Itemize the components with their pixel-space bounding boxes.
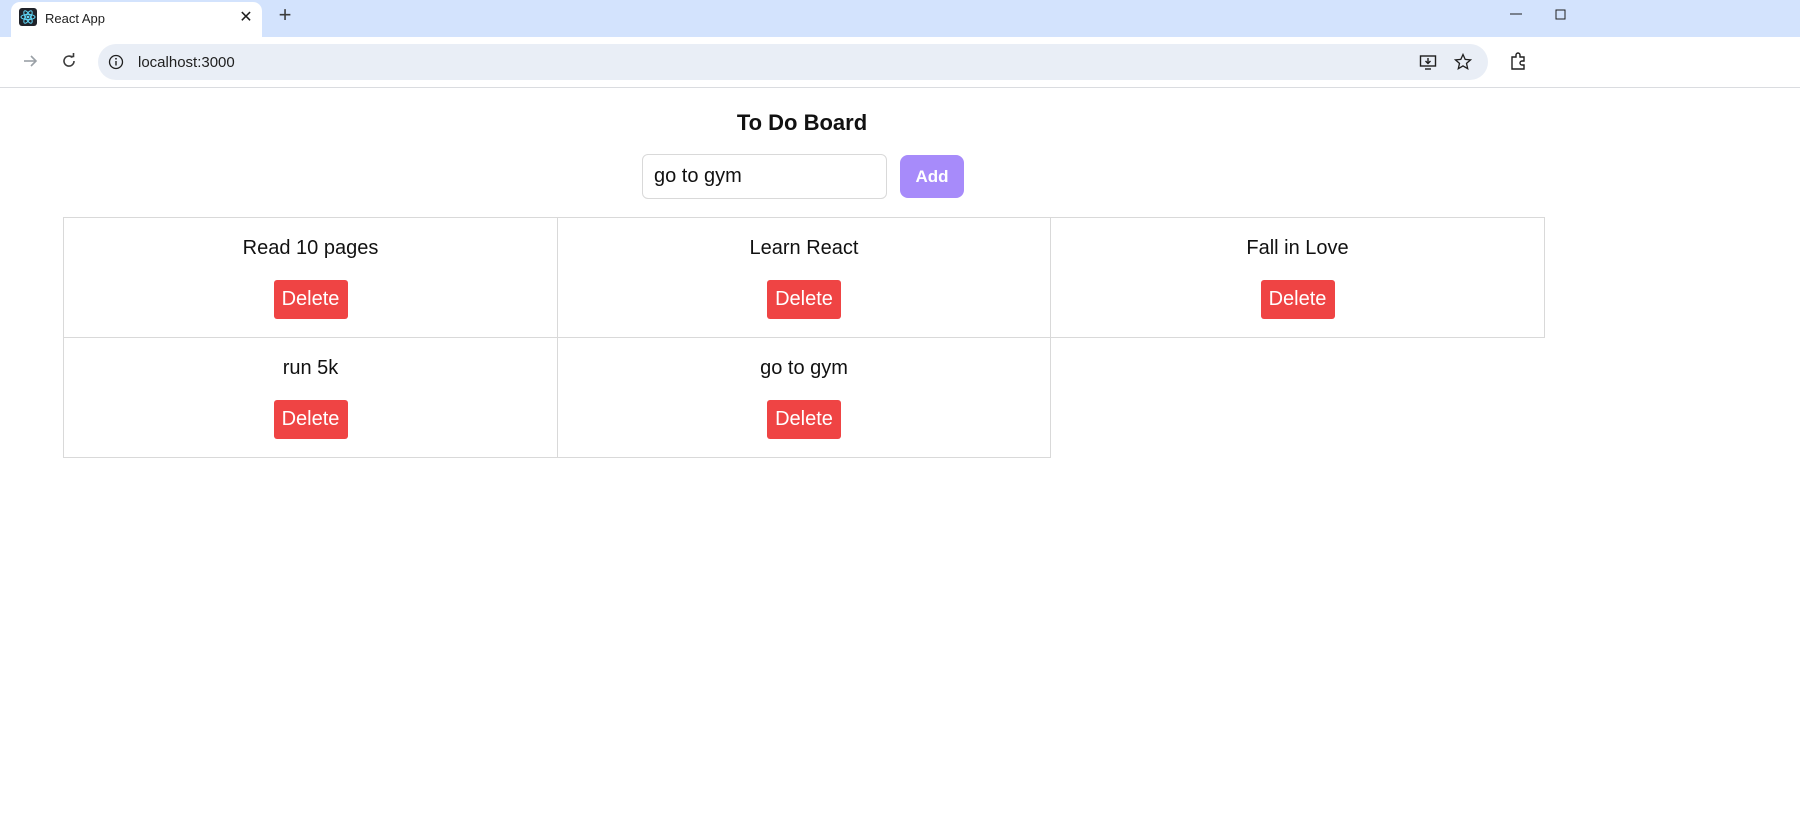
minimize-icon[interactable]	[1508, 6, 1524, 22]
close-icon[interactable]: ✕	[237, 9, 255, 27]
todo-text: run 5k	[282, 357, 339, 379]
todo-text: Read 10 pages	[242, 237, 379, 259]
star-icon[interactable]	[1453, 52, 1473, 72]
tab-title: React App	[45, 11, 105, 26]
todo-grid: Read 10 pages Delete Learn React Delete …	[63, 217, 1545, 458]
address-bar[interactable]: localhost:3000	[98, 44, 1488, 80]
react-logo-icon	[19, 8, 37, 26]
todo-input[interactable]	[642, 154, 887, 199]
browser-toolbar: localhost:3000	[0, 37, 1800, 88]
todo-text: go to gym	[760, 357, 848, 379]
todo-card: Learn React Delete	[557, 217, 1051, 338]
reload-icon[interactable]	[57, 49, 81, 73]
delete-button[interactable]: Delete	[767, 280, 841, 319]
extensions-icon[interactable]	[1506, 49, 1530, 73]
restore-icon[interactable]	[1554, 7, 1568, 21]
delete-button[interactable]: Delete	[1260, 280, 1335, 319]
delete-button[interactable]: Delete	[767, 400, 841, 439]
plus-icon[interactable]: +	[275, 4, 295, 26]
todo-card: Fall in Love Delete	[1050, 217, 1545, 338]
todo-text: Fall in Love	[1246, 237, 1349, 259]
url-text[interactable]: localhost:3000	[138, 54, 235, 71]
delete-button[interactable]: Delete	[273, 280, 348, 319]
tab-bar: React App ✕ +	[0, 0, 1800, 37]
add-button[interactable]: Add	[900, 155, 964, 198]
todo-card: Read 10 pages Delete	[63, 217, 558, 338]
browser-tab[interactable]: React App ✕	[11, 2, 262, 37]
todo-card: run 5k Delete	[63, 337, 558, 458]
page-title: To Do Board	[736, 110, 868, 135]
info-icon[interactable]	[106, 52, 126, 72]
todo-card: go to gym Delete	[557, 337, 1051, 458]
delete-button[interactable]: Delete	[273, 400, 348, 439]
todo-text: Learn React	[749, 237, 859, 259]
install-app-icon[interactable]	[1418, 52, 1438, 72]
forward-icon[interactable]	[18, 49, 42, 73]
